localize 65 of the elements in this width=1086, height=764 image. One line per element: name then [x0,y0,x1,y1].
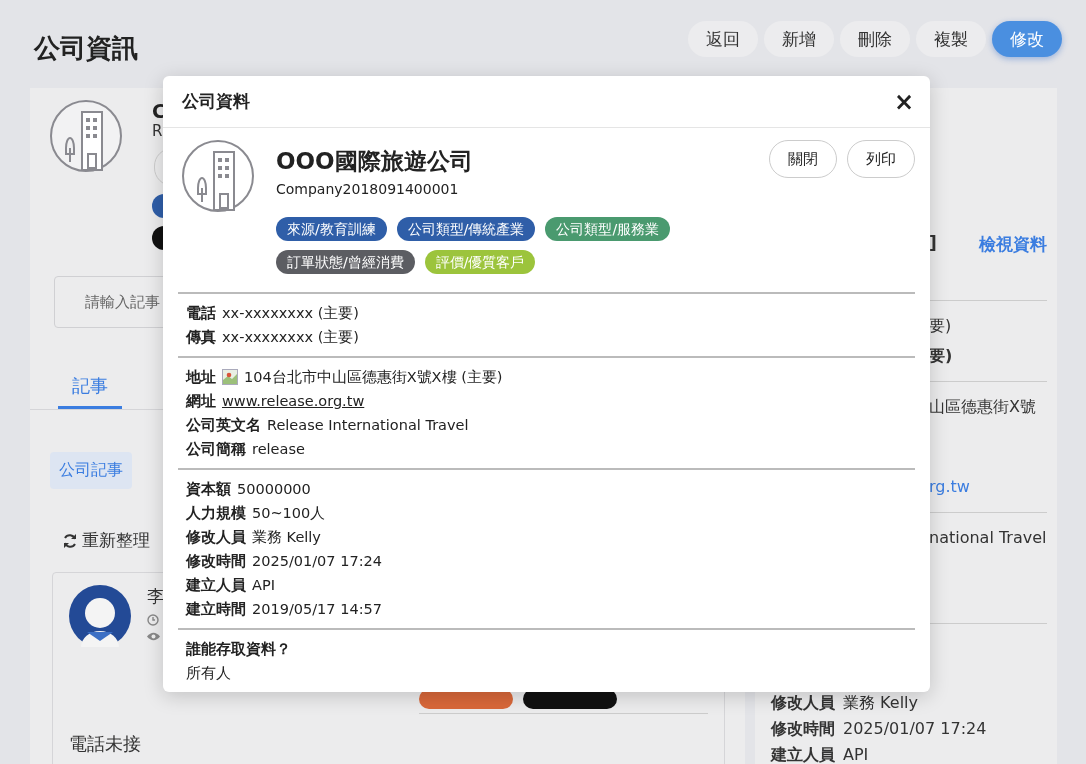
tag: 評價/優質客戶 [424,250,536,274]
access-answer: 所有人 [186,664,231,683]
panel-text: 山區德惠街X號 [929,396,1036,418]
field-label: 修改時間 [186,552,246,571]
company-code: Company2018091400001 [276,181,459,197]
field-value: 104台北市中山區德惠街X號X樓 (主要) [244,368,503,387]
field-label: 地址 [186,368,216,387]
header-button[interactable]: 複製 [916,21,986,57]
field-label: 公司簡稱 [186,440,246,459]
panel-text: 要) [929,345,953,367]
tab[interactable]: 記事 [58,374,122,409]
field-value: 2025/01/07 17:24 [252,552,382,571]
field-label: 建立人員 [771,744,835,764]
refresh-button[interactable]: 重新整理 [82,529,150,552]
website-link[interactable]: www.release.org.tw [222,389,365,413]
map-icon[interactable] [222,369,238,385]
dialog-button[interactable]: 列印 [847,140,915,178]
website-link[interactable]: rg.tw [929,472,970,502]
page-title: 公司資訊 [34,31,138,65]
close-button[interactable]: × [893,87,914,116]
field-label: 修改人員 [771,692,835,714]
refresh-icon[interactable] [62,532,78,549]
dialog-title: 公司資料 [182,90,250,113]
clock-icon [147,614,159,626]
field-value: 50~100人 [252,504,326,523]
eye-icon [147,632,160,641]
field-label: 修改時間 [771,718,835,740]
access-question: 誰能存取資料？ [186,640,291,659]
note-text: 電話未接 [69,732,142,756]
panel-text: 要) [929,315,952,337]
tag: 來源/教育訓練 [276,217,387,241]
field-label: 修改人員 [186,528,246,547]
header-button[interactable]: 返回 [688,21,758,57]
field-label: 傳真 [186,328,216,347]
tag: 訂單狀態/曾經消費 [276,250,415,274]
note-author: 李 [147,585,164,608]
field-value: xx-xxxxxxxx (主要) [222,304,359,323]
panel-text: national Travel [929,527,1047,549]
building-icon [50,100,122,172]
header-button[interactable]: 刪除 [840,21,910,57]
field-label: 建立時間 [186,600,246,619]
tag: 公司類型/傳統產業 [396,217,536,241]
field-value: Release International Travel [267,416,469,435]
field-label: 公司英文名 [186,416,261,435]
header-button[interactable]: 新增 [764,21,834,57]
field-value: 2019/05/17 14:57 [252,600,382,619]
field-value: API [252,576,275,595]
avatar-icon [69,585,131,647]
field-value: xx-xxxxxxxx (主要) [222,328,359,347]
field-value: 2025/01/07 17:24 [843,718,987,740]
field-label: 資本額 [186,480,231,499]
field-value: 業務 Kelly [843,692,918,714]
field-label: 電話 [186,304,216,323]
panel-text: ] [929,233,937,255]
field-label: 人力規模 [186,504,246,523]
field-value: API [843,744,869,764]
field-label: 建立人員 [186,576,246,595]
field-value: 50000000 [237,480,311,499]
field-label: 網址 [186,392,216,411]
field-value: 業務 Kelly [252,528,321,547]
field-value: release [252,440,305,459]
tag: 公司類型/服務業 [545,217,671,241]
dialog-button[interactable]: 關閉 [769,140,837,178]
company-code: R [152,122,163,140]
company-name: OOO國際旅遊公司 [276,147,473,176]
